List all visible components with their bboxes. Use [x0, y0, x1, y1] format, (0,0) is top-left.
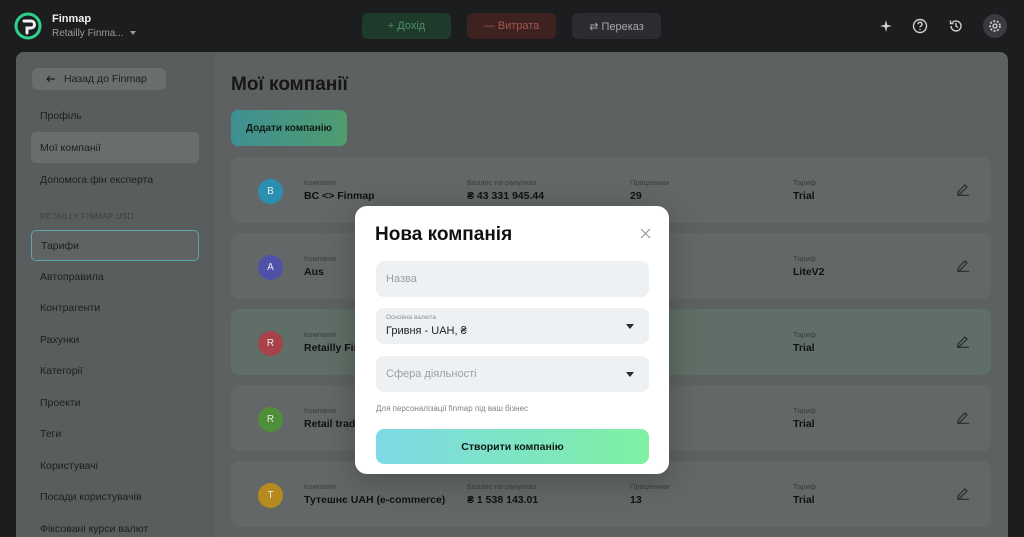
company-label: Компанія [304, 406, 336, 415]
new-company-modal: Нова компанія Основна валюта Гривня - UA… [355, 206, 669, 474]
sidebar-item-my-companies[interactable]: Мої компанії [31, 132, 199, 163]
add-transfer-button[interactable]: ⇄ Переказ [572, 13, 661, 39]
workspace-name: Retailly Finma... [52, 28, 124, 39]
add-expense-button[interactable]: — Витрата [467, 13, 556, 39]
sidebar-item-counterparties[interactable]: Контрагенти [31, 292, 199, 323]
sidebar-item-autorules[interactable]: Автоправила [31, 261, 199, 292]
edit-icon[interactable] [956, 182, 970, 196]
add-company-button[interactable]: Додати компанію [231, 110, 347, 146]
sidebar-item-user-roles[interactable]: Посади користувачів [31, 481, 199, 512]
employees-label: Працівники [630, 482, 670, 491]
tariff-label: Тариф [793, 406, 816, 415]
edit-icon[interactable] [956, 486, 970, 500]
edit-icon[interactable] [956, 258, 970, 272]
sidebar-item-users[interactable]: Користувачі [31, 450, 199, 481]
sidebar-item-projects[interactable]: Проекти [31, 387, 199, 418]
company-avatar: T [258, 483, 283, 508]
sidebar-item-accounts[interactable]: Рахунки [31, 324, 199, 355]
back-label: Назад до Finmap [64, 73, 147, 85]
company-avatar: A [258, 255, 283, 280]
create-company-button[interactable]: Створити компанію [376, 429, 649, 464]
currency-value: Гривня - UAH, ₴ [386, 325, 467, 337]
sidebar-section-label: RETAILLY FINMAP USD [40, 212, 134, 221]
company-avatar: R [258, 407, 283, 432]
company-name-input[interactable] [376, 261, 649, 297]
industry-placeholder: Сфера діяльності [386, 368, 477, 380]
back-to-finmap-button[interactable]: Назад до Finmap [32, 68, 166, 90]
industry-hint: Для персоналізації finmap під ваш бізнес [376, 404, 529, 413]
app-name: Finmap [52, 13, 92, 25]
close-icon[interactable] [637, 225, 653, 241]
modal-title: Нова компанія [375, 224, 513, 245]
sidebar-item-tags[interactable]: Теги [31, 418, 199, 449]
tariff-label: Тариф [793, 254, 816, 263]
company-tariff: Trial [793, 190, 815, 202]
company-avatar: B [258, 179, 283, 204]
company-label: Компанія [304, 482, 336, 491]
dropdown-arrow-icon [626, 372, 634, 377]
tariff-label: Тариф [793, 178, 816, 187]
settings-button[interactable] [983, 14, 1007, 38]
currency-label: Основна валюта [386, 314, 437, 321]
edit-icon[interactable] [956, 334, 970, 348]
company-name: Aus [304, 266, 324, 278]
balance-label: Баланс на рахунках [467, 482, 537, 491]
company-label: Компанія [304, 254, 336, 263]
sidebar-item-profile[interactable]: Профіль [31, 100, 199, 131]
top-bar: Finmap Retailly Finma... + Дохід — Витра… [0, 0, 1024, 52]
company-balance: ₴ 1 538 143.01 [467, 494, 539, 506]
company-label: Компанія [304, 178, 336, 187]
company-name: BC <> Finmap [304, 190, 375, 202]
company-tariff: LiteV2 [793, 266, 825, 278]
employees-label: Працівники [630, 178, 670, 187]
edit-icon[interactable] [956, 410, 970, 424]
company-tariff: Trial [793, 418, 815, 430]
sidebar-item-fixed-rates[interactable]: Фіксовані курси валют [31, 513, 199, 537]
sparkle-icon[interactable] [876, 16, 896, 36]
page-title: Мої компанії [231, 74, 348, 95]
finmap-logo-icon[interactable] [14, 12, 42, 40]
company-employees: 29 [630, 190, 642, 202]
help-icon[interactable] [910, 16, 930, 36]
company-name: Retail trad [304, 418, 356, 430]
company-tariff: Trial [793, 342, 815, 354]
dropdown-arrow-icon [626, 324, 634, 329]
arrow-left-icon [46, 75, 55, 83]
history-icon[interactable] [946, 16, 966, 36]
company-tariff: Trial [793, 494, 815, 506]
company-balance: ₴ 43 331 945.44 [467, 190, 545, 202]
balance-label: Баланс на рахунках [467, 178, 537, 187]
sidebar-item-expert-help[interactable]: Допомога фін експерта [31, 164, 199, 195]
workspace-switcher[interactable]: Retailly Finma... [52, 28, 136, 39]
add-income-button[interactable]: + Дохід [362, 13, 451, 39]
company-name-field [376, 261, 649, 297]
chevron-down-icon [129, 31, 136, 36]
company-name: Тутешнє UAH (e-commerce) [304, 494, 446, 506]
sidebar-item-categories[interactable]: Категорії [31, 355, 199, 386]
currency-select[interactable]: Основна валюта Гривня - UAH, ₴ [376, 308, 649, 344]
company-avatar: R [258, 331, 283, 356]
settings-sidebar: Назад до Finmap Профіль Мої компанії Доп… [16, 52, 215, 537]
sidebar-item-tariffs[interactable]: Тарифи [31, 230, 199, 261]
tariff-label: Тариф [793, 482, 816, 491]
tariff-label: Тариф [793, 330, 816, 339]
company-name: Retailly Fin [304, 342, 361, 354]
company-label: Компанія [304, 330, 336, 339]
gear-icon [989, 20, 1001, 32]
company-employees: 13 [630, 494, 642, 506]
industry-select[interactable]: Сфера діяльності [376, 356, 649, 392]
